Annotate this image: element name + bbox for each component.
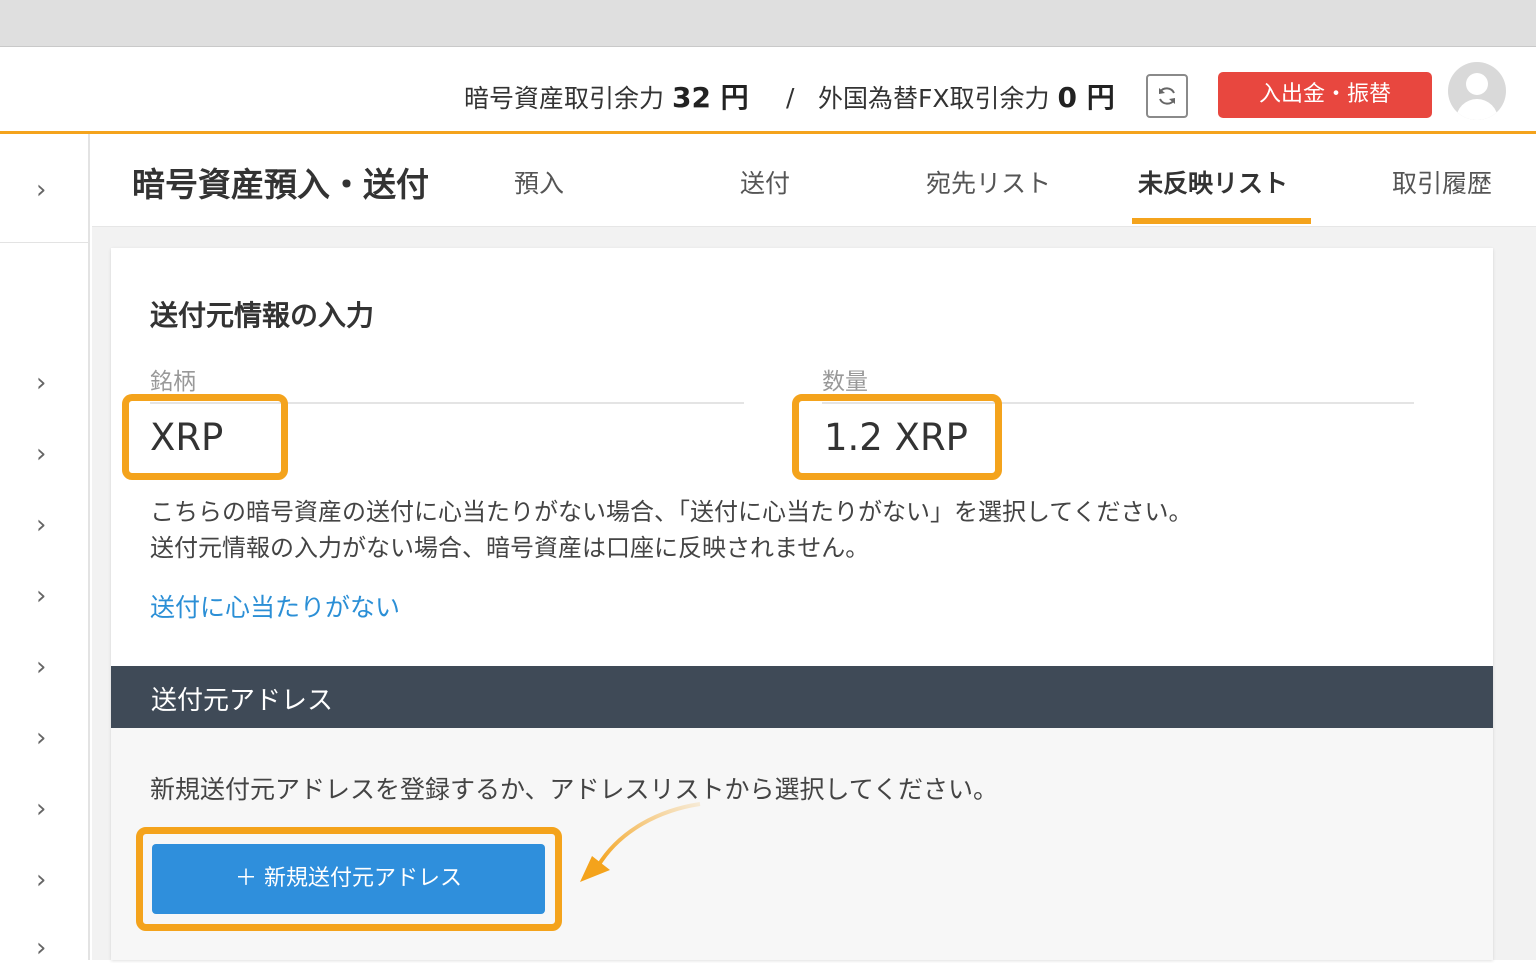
crypto-balance: 暗号資産取引余力 32 円 [464,80,749,116]
tab-unreflected-list[interactable]: 未反映リスト [1138,164,1288,200]
sidebar-chevron-icon[interactable]: › [36,725,52,751]
refresh-button[interactable] [1146,74,1188,118]
source-address-title: 送付元アドレス [151,686,334,716]
avatar-head [1466,73,1488,95]
no-idea-link[interactable]: 送付に心当たりがない [150,588,400,624]
highlight-symbol [122,394,288,480]
window-top-strip [0,0,1536,47]
notice-line-1: こちらの暗号資産の送付に心当たりがない場合、「送付に心当たりがない」を選択してく… [150,498,1193,526]
tab-deposit[interactable]: 預入 [514,164,564,200]
source-address-header: 送付元アドレス [111,666,1493,728]
deposit-transfer-button[interactable]: 入出金・振替 [1218,72,1432,118]
sidebar-chevron-icon[interactable]: › [36,935,52,961]
sidebar-chevron-icon[interactable]: › [36,583,52,609]
fx-balance: 外国為替FX取引余力 0 円 [818,80,1115,116]
avatar-body [1456,99,1498,120]
fx-balance-label: 外国為替FX取引余力 [818,84,1050,113]
active-tab-indicator [1132,218,1311,224]
sidebar-chevron-icon[interactable]: › [36,867,52,893]
section-title-source-info: 送付元情報の入力 [150,299,375,332]
notice-line-2: 送付元情報の入力がない場合、暗号資産は口座に反映されません。 [150,534,870,562]
balance-separator: / [786,83,795,112]
user-avatar-icon[interactable] [1448,62,1506,120]
fx-balance-value: 0 円 [1057,81,1115,114]
crypto-balance-value: 32 円 [671,81,749,114]
sidebar-chevron-icon[interactable]: › [36,177,52,203]
page-title: 暗号資産預入・送付 [132,165,429,204]
sidebar [0,134,90,960]
sidebar-chevron-icon[interactable]: › [36,654,52,680]
symbol-label: 銘柄 [150,369,196,395]
sidebar-divider [0,242,88,243]
refresh-icon [1159,87,1175,105]
crypto-balance-label: 暗号資産取引余力 [464,84,665,113]
new-source-address-button[interactable]: ＋ 新規送付元アドレス [152,844,545,914]
quantity-label: 数量 [822,369,868,395]
sidebar-chevron-icon[interactable]: › [36,512,52,538]
tab-history[interactable]: 取引履歴 [1392,164,1492,200]
tab-address-list[interactable]: 宛先リスト [926,164,1051,200]
sidebar-chevron-icon[interactable]: › [36,441,52,467]
highlight-quantity [792,394,1002,480]
tab-send[interactable]: 送付 [740,164,790,200]
pointer-arrow-icon [580,802,701,882]
sidebar-chevron-icon[interactable]: › [36,796,52,822]
sidebar-chevron-icon[interactable]: › [36,370,52,396]
